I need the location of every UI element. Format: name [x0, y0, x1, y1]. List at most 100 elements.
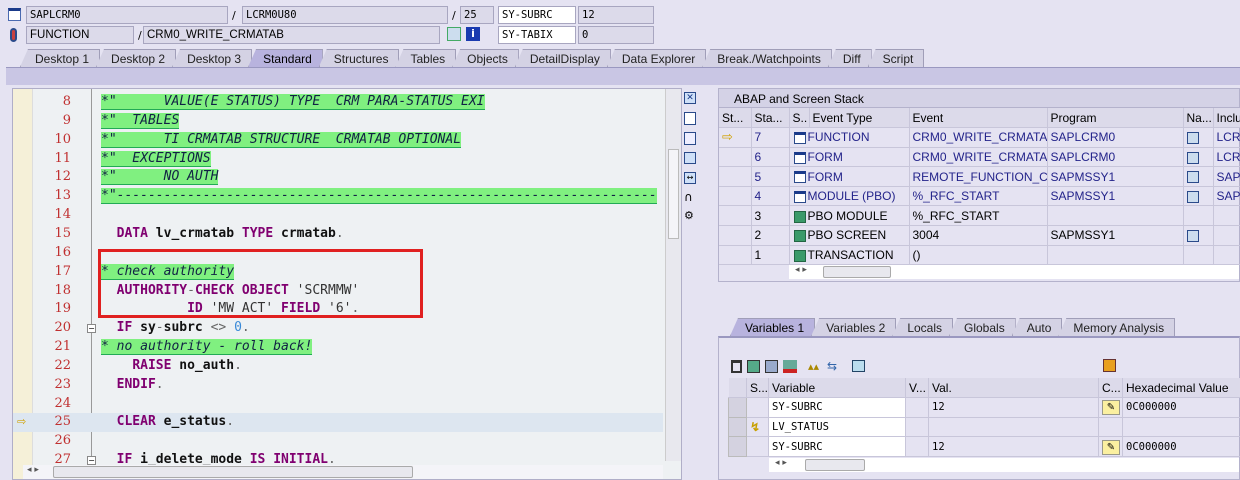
event-name[interactable]: REMOTE_FUNCTION_CA... — [909, 166, 1048, 187]
tab-locals[interactable]: Locals — [892, 318, 953, 336]
tab-objects[interactable]: Objects — [452, 49, 519, 67]
fullscreen-icon[interactable] — [684, 152, 696, 164]
variable-row[interactable]: SY-SUBRC 12 ✎ 0C000000 — [728, 397, 1240, 418]
replace-icon[interactable]: ▴▴ — [808, 360, 822, 373]
navigate-icon[interactable] — [1186, 171, 1199, 184]
row-selector[interactable] — [728, 436, 747, 457]
stack-row[interactable]: 4 MODULE (PBO) %_RFC_STARTSAPMSSY1 SAPM — [719, 186, 1240, 207]
stack-row[interactable]: 2 PBO SCREEN 3004 SAPMSSY1 — [719, 225, 1240, 246]
stack-horizontal-scrollbar[interactable]: ◂ ▸ — [789, 265, 1239, 279]
column-header[interactable]: Hexadecimal Value — [1122, 378, 1240, 399]
scroll-thumb[interactable] — [53, 466, 413, 478]
sysvar2-name-field[interactable]: SY-TABIX — [498, 26, 576, 44]
code-line[interactable]: 13 *"------------------------------------… — [13, 187, 663, 206]
sysvar1-name-field[interactable]: SY-SUBRC — [498, 6, 576, 24]
column-header[interactable]: Variable — [768, 378, 906, 399]
navigate-icon[interactable] — [1186, 151, 1199, 164]
stack-row[interactable]: ⇨ 7 FUNCTION CRM0_WRITE_CRMATABSAPLCRM0 LCRM — [719, 127, 1240, 148]
column-header[interactable]: Val. — [928, 378, 1099, 399]
tab-script[interactable]: Script — [867, 49, 925, 67]
row-selector[interactable] — [728, 397, 747, 418]
save-vars-icon[interactable] — [765, 360, 778, 373]
delete-vars-icon[interactable] — [783, 360, 797, 373]
event-name[interactable]: %_RFC_START — [909, 205, 1048, 227]
scroll-thumb[interactable] — [668, 149, 679, 239]
event-type-field[interactable]: FUNCTION — [26, 26, 134, 44]
tab-desktop-1[interactable]: Desktop 1 — [20, 49, 101, 67]
breakpoint-settings-icon[interactable]: ⚙ — [684, 209, 698, 222]
tab-globals[interactable]: Globals — [949, 318, 1016, 336]
tab-variables-2[interactable]: Variables 2 — [811, 318, 897, 336]
code-line[interactable]: 22 RAISE no_auth. — [13, 357, 663, 376]
close-icon[interactable]: ✕ — [684, 92, 696, 104]
edit-pencil-icon[interactable]: ✎ — [1102, 439, 1120, 455]
include-field[interactable]: LCRM0U80 — [242, 6, 448, 24]
headset-icon[interactable]: ∩ — [684, 191, 698, 204]
fold-toggle-icon[interactable]: − — [87, 456, 96, 466]
vertical-scrollbar[interactable] — [665, 89, 681, 461]
column-header[interactable]: Na... — [1183, 108, 1214, 129]
scroll-arrows-icon[interactable]: ◂ ▸ — [775, 458, 787, 468]
tab-memory-analysis[interactable]: Memory Analysis — [1058, 318, 1176, 336]
scroll-thumb[interactable] — [805, 459, 865, 471]
event-field[interactable]: CRM0_WRITE_CRMATAB — [143, 26, 440, 44]
stack-row[interactable]: 6 FORM CRM0_WRITE_CRMATABSAPLCRM0 LCRM — [719, 147, 1240, 168]
tab-desktop-3[interactable]: Desktop 3 — [172, 49, 253, 67]
column-header[interactable]: C... — [1098, 378, 1123, 399]
sysvar1-value-field[interactable]: 12 — [578, 6, 654, 24]
info-icon[interactable]: i — [466, 27, 480, 41]
tab-detaildisplay[interactable]: DetailDisplay — [514, 49, 611, 67]
code-line[interactable]: 24 — [13, 395, 663, 414]
column-header[interactable]: S.. — [789, 108, 810, 129]
code-line[interactable]: 12 *" NO AUTH — [13, 168, 663, 187]
stack-row[interactable]: 1 TRANSACTION () — [719, 245, 1240, 266]
tab-variables-1[interactable]: Variables 1 — [730, 318, 816, 336]
tab-diff[interactable]: Diff — [827, 49, 872, 67]
column-header[interactable]: Sta... — [751, 108, 790, 129]
tab-tables[interactable]: Tables — [395, 49, 457, 67]
stack-row[interactable]: 5 FORM REMOTE_FUNCTION_CA...SAPMSSY1 SAPM — [719, 166, 1240, 187]
horizontal-scrollbar[interactable]: ◂ ▸ — [23, 465, 663, 479]
filter-icon[interactable] — [852, 360, 865, 372]
navigate-icon[interactable] — [1186, 230, 1199, 243]
code-line[interactable]: 20 − IF sy-subrc <> 0. — [13, 319, 663, 338]
fold-toggle-icon[interactable]: − — [87, 324, 96, 334]
tab-auto[interactable]: Auto — [1011, 318, 1063, 336]
column-header[interactable]: Event Type — [809, 108, 910, 129]
code-line[interactable]: 10 *" TI CRMATAB STRUCTURE CRMATAB OPTION… — [13, 131, 663, 150]
navigate-icon[interactable] — [1186, 191, 1199, 203]
code-line[interactable]: 26 — [13, 432, 663, 451]
navigate-icon[interactable] — [1186, 132, 1199, 145]
new-page-icon[interactable] — [684, 112, 696, 125]
scroll-thumb[interactable] — [823, 266, 891, 278]
program-field[interactable]: SAPLCRM0 — [26, 6, 228, 24]
variables-horizontal-scrollbar[interactable]: ◂ ▸ — [769, 458, 1239, 472]
column-header[interactable]: Inclu — [1213, 108, 1240, 129]
tab-structures[interactable]: Structures — [318, 49, 400, 67]
save-icon[interactable] — [1103, 359, 1116, 372]
code-line[interactable]: 14 — [13, 206, 663, 225]
code-line[interactable]: 9 *" TABLES — [13, 112, 663, 131]
edit-pencil-icon[interactable]: ✎ — [1102, 400, 1120, 416]
width-icon[interactable]: ↔ — [684, 172, 696, 184]
code-line[interactable]: 23 ENDIF. — [13, 376, 663, 395]
event-name[interactable]: () — [909, 245, 1048, 266]
column-header[interactable]: S... — [746, 378, 769, 399]
code-line[interactable]: 11 *" EXCEPTIONS — [13, 150, 663, 169]
variable-row[interactable]: ↯ LV_STATUS — [728, 416, 1240, 438]
column-header[interactable]: Event — [909, 108, 1048, 129]
event-name[interactable]: %_RFC_START — [909, 186, 1048, 207]
variable-name-input[interactable]: SY-SUBRC — [768, 397, 906, 418]
transfer-icon[interactable]: ⇆ — [827, 360, 841, 373]
row-selector[interactable] — [728, 416, 747, 438]
delete-icon[interactable] — [731, 360, 742, 373]
variable-row[interactable]: SY-SUBRC 12 ✎ 0C000000 — [728, 436, 1240, 457]
code-line[interactable]: 8 *" VALUE(E STATUS) TYPE CRM PARA-STATUS… — [13, 93, 663, 112]
event-name[interactable]: 3004 — [909, 225, 1048, 246]
copy-icon[interactable] — [684, 132, 696, 145]
stack-row[interactable]: 3 PBO MODULE %_RFC_START — [719, 205, 1240, 227]
tab-break-watchpoints[interactable]: Break./Watchpoints — [702, 49, 832, 67]
column-header[interactable]: Program — [1047, 108, 1184, 129]
tab-desktop-2[interactable]: Desktop 2 — [96, 49, 177, 67]
tab-standard[interactable]: Standard — [248, 49, 323, 67]
